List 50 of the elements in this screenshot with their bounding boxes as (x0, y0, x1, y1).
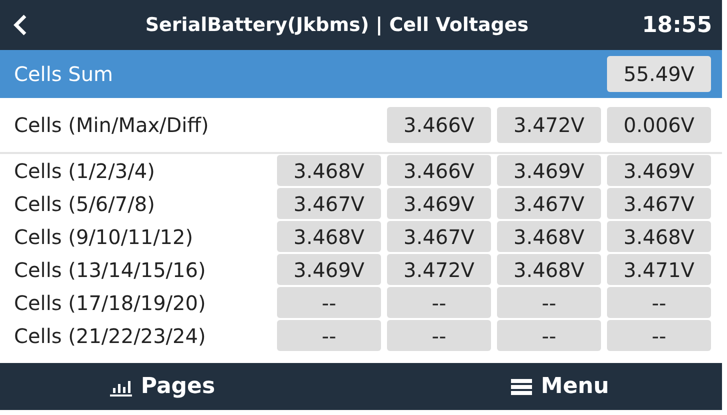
value-field: 0.006V (607, 107, 711, 143)
value-field: -- (607, 287, 711, 318)
value-field: 3.467V (387, 221, 491, 252)
value-field: 3.468V (277, 221, 381, 252)
value-field: 3.469V (497, 155, 601, 186)
clock-time: 18:55 (642, 12, 712, 38)
value-field: 3.468V (277, 155, 381, 186)
list-item[interactable]: Cells (Min/Max/Diff) 3.466V 3.472V 0.006V (0, 98, 722, 154)
item-label: Cells (Min/Max/Diff) (14, 113, 210, 137)
value-field: -- (387, 287, 491, 318)
menu-button[interactable]: Menu (324, 373, 722, 400)
value-field: 3.466V (387, 107, 491, 143)
page-title: SerialBattery(Jkbms) | Cell Voltages (144, 14, 530, 36)
value-field: 55.49V (607, 56, 711, 92)
value-field: 3.466V (387, 155, 491, 186)
value-field: 3.467V (277, 188, 381, 219)
item-label: Cells (17/18/19/20) (14, 290, 207, 314)
value-field: -- (497, 287, 601, 318)
item-label: Cells (21/22/23/24) (14, 324, 207, 348)
back-icon (12, 13, 28, 37)
list-item[interactable]: Cells (17/18/19/20) -- -- -- -- (0, 286, 722, 319)
value-field: 3.468V (497, 254, 601, 285)
value-field: -- (277, 320, 381, 351)
value-field: -- (497, 320, 601, 351)
value-field: -- (387, 320, 491, 351)
item-label: Cells Sum (14, 62, 114, 86)
list-item[interactable]: Cells (21/22/23/24) -- -- -- -- (0, 319, 722, 352)
value-field: 3.468V (607, 221, 711, 252)
item-label: Cells (1/2/3/4) (14, 158, 156, 182)
item-label: Cells (13/14/15/16) (14, 258, 207, 282)
value-field: 3.469V (607, 155, 711, 186)
item-label: Cells (9/10/11/12) (14, 224, 194, 248)
value-field: -- (277, 287, 381, 318)
item-label: Cells (5/6/7/8) (14, 192, 156, 216)
value-field: 3.471V (607, 254, 711, 285)
list-item[interactable]: Cells (1/2/3/4) 3.468V 3.466V 3.469V 3.469V (0, 154, 722, 187)
value-field: 3.467V (607, 188, 711, 219)
value-field: 3.468V (497, 221, 601, 252)
list-item[interactable]: Cells (13/14/15/16) 3.469V 3.472V 3.468V 3.471V (0, 253, 722, 286)
value-field: 3.469V (277, 254, 381, 285)
value-field: -- (607, 320, 711, 351)
value-field: 3.469V (387, 188, 491, 219)
pages-button[interactable]: Pages (0, 373, 324, 400)
value-field: 3.472V (497, 107, 601, 143)
list-item[interactable]: Cells Sum 55.49V (0, 50, 722, 98)
menu-icon (510, 376, 533, 396)
list-item[interactable]: Cells (9/10/11/12) 3.468V 3.467V 3.468V 3.468V (0, 220, 722, 253)
value-field: 3.472V (387, 254, 491, 285)
value-field: 3.467V (497, 188, 601, 219)
list-item[interactable]: Cells (5/6/7/8) 3.467V 3.469V 3.467V 3.467V (0, 187, 722, 220)
